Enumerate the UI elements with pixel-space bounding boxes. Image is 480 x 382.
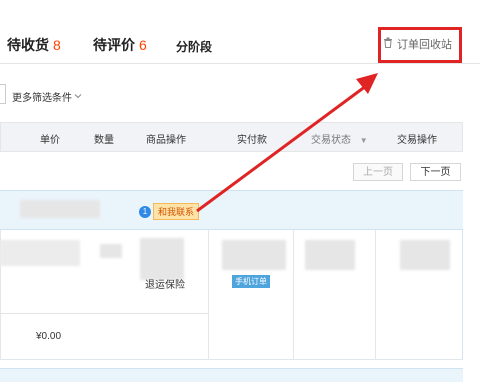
chevron-down-icon <box>74 91 82 102</box>
table-header <box>0 122 463 152</box>
redacted-order-info <box>20 200 100 218</box>
more-filters-toggle[interactable]: 更多筛选条件 <box>12 89 82 104</box>
row-divider <box>0 313 208 314</box>
next-order-header <box>0 368 463 382</box>
redacted-paid <box>222 240 286 270</box>
next-page-button[interactable]: 下一页 <box>410 163 461 181</box>
redacted-item-title <box>0 240 80 266</box>
col-item-ops: 商品操作 <box>146 135 186 146</box>
tab-pending-receipt-label: 待收货 <box>7 37 49 53</box>
caret-down-icon: ▼ <box>359 136 368 145</box>
tab-pending-review-label: 待评价 <box>93 37 135 53</box>
column-divider <box>293 230 294 360</box>
col-trade-status-label: 交易状态 <box>311 135 351 146</box>
tab-divider <box>0 63 480 64</box>
contact-seller-label: 和我联系 <box>153 203 200 220</box>
col-trade-ops: 交易操作 <box>397 135 437 146</box>
column-divider <box>208 230 209 360</box>
redacted-item-ops <box>140 238 184 280</box>
shipping-insurance-label: 退运保险 <box>145 280 185 291</box>
mobile-order-badge: 手机订单 <box>232 275 270 288</box>
redacted-unit-price <box>100 244 122 258</box>
redacted-status <box>305 240 355 270</box>
redacted-trade-ops <box>400 240 450 270</box>
contact-seller-button[interactable]: 1 和我联系 <box>139 203 200 220</box>
more-filters-label: 更多筛选条件 <box>12 93 72 104</box>
tab-pending-review[interactable]: 待评价 6 <box>93 35 147 55</box>
col-paid: 实付款 <box>237 135 267 146</box>
col-unit-price: 单价 <box>40 135 60 146</box>
tab-installments[interactable]: 分阶段 <box>176 38 212 55</box>
chat-icon: 1 <box>139 205 151 218</box>
col-trade-status[interactable]: 交易状态 ▼ <box>311 131 368 146</box>
filter-select-edge[interactable] <box>0 84 6 104</box>
highlight-box <box>378 27 462 63</box>
column-divider <box>375 230 376 360</box>
col-quantity: 数量 <box>94 135 114 146</box>
tab-pending-receipt-count: 8 <box>53 37 61 53</box>
item-price: ¥0.00 <box>36 331 62 342</box>
prev-page-button[interactable]: 上一页 <box>353 163 403 181</box>
tab-pending-receipt[interactable]: 待收货 8 <box>7 35 61 55</box>
tab-pending-review-count: 6 <box>139 37 147 53</box>
